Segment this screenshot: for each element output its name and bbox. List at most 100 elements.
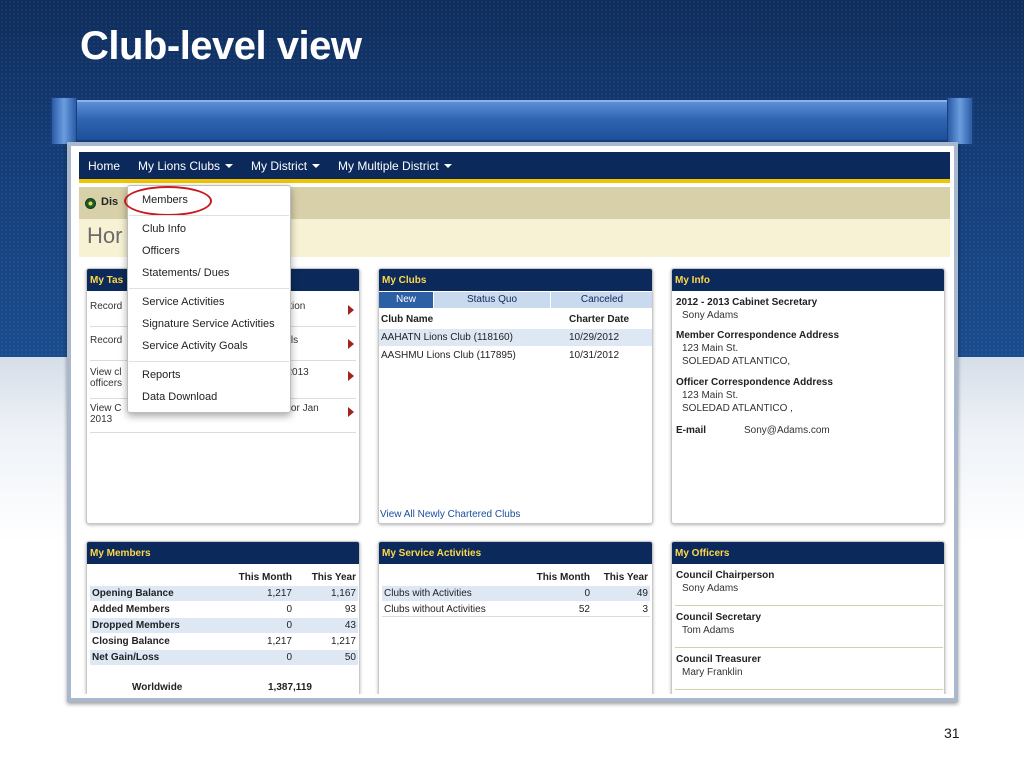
arrow-right-icon [348,339,354,349]
nav-label: My Multiple District [338,158,439,173]
menu-item-club-info[interactable]: Club Info [142,223,186,235]
panel-title: My Members [87,542,359,564]
scroll-cap-left [51,97,77,145]
this-month-value: 0 [286,620,292,631]
task-text-left-line2: officers [90,378,123,389]
member-address-line: SOLEDAD ATLANTICO, [682,356,791,367]
menu-item-reports[interactable]: Reports [142,369,181,381]
this-year-value: 93 [344,604,356,615]
panel-title: My Officers [672,542,944,564]
breadcrumb-text[interactable]: Dis [101,196,118,208]
service-column-header: This Month This Year [382,570,650,585]
nav-home[interactable]: Home [88,159,120,173]
scroll-banner [62,100,962,142]
task-text-left: Record [90,301,123,312]
arrow-right-icon [348,407,354,417]
row-label: Clubs without Activities [384,604,486,615]
worldwide-label: Worldwide [132,682,183,693]
app-window: Home My Lions Clubs My District My Multi… [79,152,950,694]
club-name: AASHMU Lions Club (117895) [381,350,516,361]
nav-label: My District [251,158,308,173]
this-month-value: 0 [286,604,292,615]
column-header-charter-date: Charter Date [569,314,630,325]
clubs-column-header: Club Name Charter Date [379,310,652,328]
this-year-value: 43 [344,620,356,631]
view-all-new-clubs-link[interactable]: View All Newly Chartered Clubs [380,509,520,520]
scroll-cap-right [947,97,973,145]
this-month-value: 52 [578,604,590,615]
column-header-club-name: Club Name [381,314,434,325]
panel-title: My Info [672,269,944,291]
officer-address-label: Officer Correspondence Address [676,377,833,388]
menu-divider [129,288,289,289]
column-header-this-year: This Year [603,572,648,583]
officer-name: Mary Franklin [682,667,743,678]
table-row[interactable]: AASHMU Lions Club (117895) 10/31/2012 [379,347,652,364]
email-value[interactable]: Sony@Adams.com [744,425,830,436]
caret-down-icon [443,164,452,169]
row-label: Opening Balance [92,588,174,599]
table-row[interactable]: AAHATN Lions Club (118160) 10/29/2012 [379,329,652,346]
menu-item-service-activity-goals[interactable]: Service Activity Goals [142,340,248,352]
officer-address-line: 123 Main St. [682,390,739,401]
my-lions-clubs-dropdown: Members Club Info Officers Statements/ D… [124,185,291,413]
page-title: Hor [87,223,123,248]
divider [675,605,943,606]
my-info-panel: My Info 2012 - 2013 Cabinet Secretary So… [671,268,945,524]
nav-my-lions-clubs[interactable]: My Lions Clubs [138,158,234,173]
email-label: E-mail [676,425,707,436]
nav-label: My Lions Clubs [138,158,221,173]
task-text-left: View C [90,403,122,414]
my-members-panel: My Members This Month This Year Opening … [86,541,360,694]
this-year-value: 3 [642,604,648,615]
caret-down-icon [312,164,321,169]
worldwide-value: 1,387,119 [268,682,312,693]
this-year-value: 49 [636,588,648,599]
menu-item-officers[interactable]: Officers [142,245,180,257]
row-label: Closing Balance [92,636,170,647]
slide-page-number: 31 [944,725,960,741]
nav-my-district[interactable]: My District [251,158,321,173]
row-label: Dropped Members [92,620,180,631]
tab-canceled[interactable]: Canceled [551,292,652,308]
my-officers-panel: My Officers Council Chairperson Sony Ada… [671,541,945,694]
info-role: 2012 - 2013 Cabinet Secretary [676,297,818,308]
officer-name: Sony Adams [682,583,739,594]
arrow-right-icon [348,305,354,315]
column-header-this-month: This Month [536,572,590,583]
officer-address-line: SOLEDAD ATLANTICO , [682,403,793,414]
menu-item-service-activities[interactable]: Service Activities [142,296,225,308]
column-header-this-month: This Month [238,572,292,583]
this-month-value: 0 [286,652,292,663]
charter-date: 10/31/2012 [569,350,620,361]
nav-my-multiple-district[interactable]: My Multiple District [338,159,452,173]
this-year-value: 1,167 [330,588,356,599]
menu-divider [129,215,289,216]
officer-role: Council Secretary [676,612,762,623]
this-year-value: 50 [344,652,356,663]
member-address-line: 123 Main St. [682,343,739,354]
row-label: Net Gain/Loss [92,652,160,663]
menu-item-signature-service-activities[interactable]: Signature Service Activities [142,318,275,330]
panel-title: My Clubs [379,269,652,291]
lions-logo-icon [85,198,96,209]
table-row: Clubs with Activities 0 49 [382,586,650,601]
my-service-activities-panel: My Service Activities This Month This Ye… [378,541,653,694]
slide-title: Club-level view [80,24,362,68]
info-name: Sony Adams [682,310,739,321]
this-year-value: 1,217 [330,636,356,647]
tab-new[interactable]: New [379,292,434,308]
menu-item-statements-dues[interactable]: Statements/ Dues [142,267,229,279]
menu-item-members[interactable]: Members [142,194,188,206]
tab-status-quo[interactable]: Status Quo [434,292,551,308]
top-nav: Home My Lions Clubs My District My Multi… [79,152,950,183]
officer-name: Tom Adams [682,625,735,636]
screenshot-frame: Home My Lions Clubs My District My Multi… [67,142,958,702]
table-row: Dropped Members 0 43 [90,618,358,633]
arrow-right-icon [348,371,354,381]
table-row: Net Gain/Loss 0 50 [90,650,358,665]
members-column-header: This Month This Year [90,570,358,585]
menu-item-data-download[interactable]: Data Download [142,391,217,403]
officer-role: Council Chairperson [676,570,775,581]
my-clubs-panel: My Clubs New Status Quo Canceled Club Na… [378,268,653,524]
